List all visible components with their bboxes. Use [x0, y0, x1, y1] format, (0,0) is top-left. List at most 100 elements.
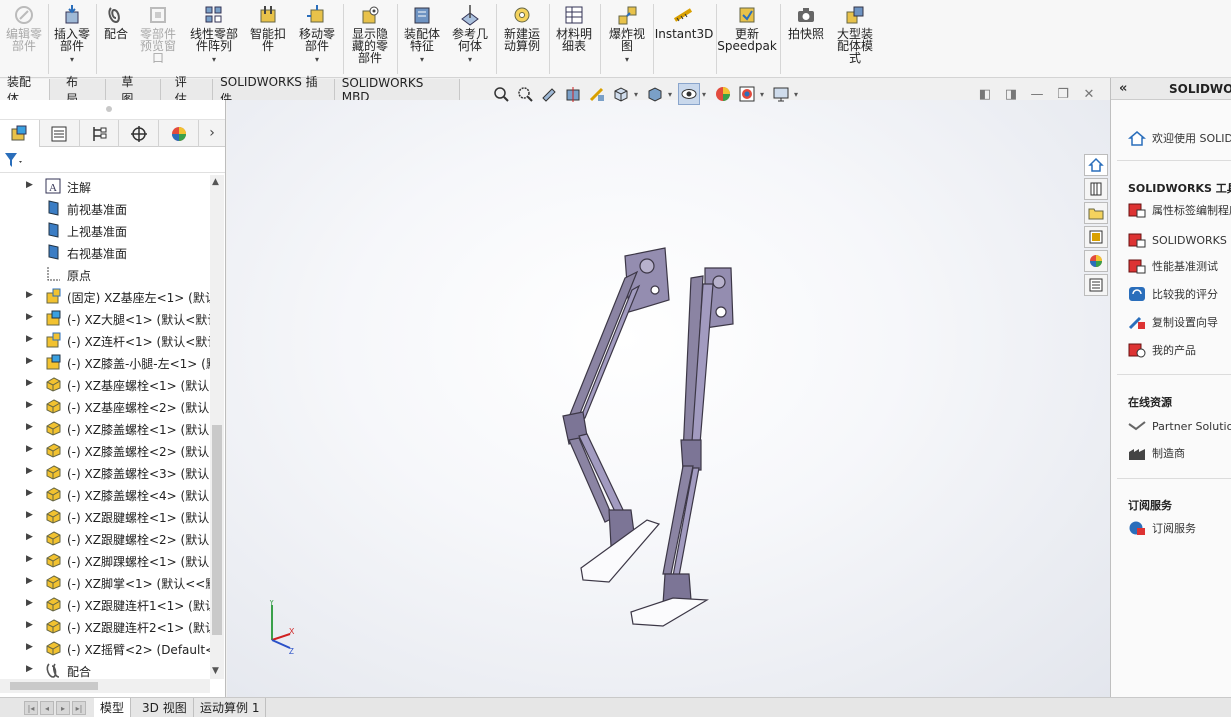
- more-tabs-chevron-icon[interactable]: ›: [199, 120, 225, 146]
- tree-horizontal-scrollbar[interactable]: [0, 679, 210, 693]
- show-hidden-button[interactable]: 显示隐 藏的零 部件: [346, 4, 394, 76]
- tab-assembly[interactable]: 装配体: [0, 75, 51, 106]
- scrollbar-thumb[interactable]: [212, 425, 222, 635]
- expand-arrow-icon[interactable]: ▶: [26, 378, 33, 388]
- tree-item[interactable]: ▶ (-) XZ大腿<1> (默认<默认: [0, 307, 210, 329]
- expand-arrow-icon[interactable]: ▶: [26, 422, 33, 432]
- tree-item[interactable]: 原点: [0, 263, 210, 285]
- expand-arrow-icon[interactable]: ▶: [26, 180, 33, 190]
- apply-scene-dropdown-icon[interactable]: ▾: [760, 90, 768, 99]
- move-component-button[interactable]: 移动零 部件 ▾: [294, 4, 340, 76]
- view-settings-dropdown-icon[interactable]: ▾: [794, 90, 802, 99]
- tree-item[interactable]: ▶ (-) XZ脚踝螺栓<1> (默认<: [0, 549, 210, 571]
- panel-grip-icon[interactable]: [106, 106, 112, 112]
- tree-item[interactable]: ▶ (-) XZ膝盖螺栓<3> (默认<: [0, 461, 210, 483]
- tree-item[interactable]: 前视基准面: [0, 197, 210, 219]
- new-motion-study-button[interactable]: 新建运 动算例: [500, 4, 544, 76]
- previous-view-icon[interactable]: [538, 83, 560, 105]
- collapse-chevron-icon[interactable]: «: [1119, 81, 1127, 96]
- insert-part-dropdown[interactable]: ▾: [70, 54, 74, 66]
- expand-arrow-icon[interactable]: ▶: [26, 620, 33, 630]
- exploded-view-button[interactable]: 爆炸视 图 ▾: [604, 4, 650, 76]
- tool-item[interactable]: SOLIDWORKS R: [1127, 230, 1231, 250]
- feature-tree-tab[interactable]: [0, 120, 40, 147]
- view-settings-icon[interactable]: [770, 83, 792, 105]
- update-speedpak-button[interactable]: 更新 Speedpak: [717, 4, 777, 76]
- online-item[interactable]: Partner Solution: [1127, 416, 1231, 436]
- mate-button[interactable]: 配合: [100, 4, 132, 76]
- tree-item[interactable]: ▶ (-) XZ膝盖螺栓<2> (默认<: [0, 439, 210, 461]
- smart-fastener-button[interactable]: 智能扣 件: [246, 4, 290, 76]
- expand-arrow-icon[interactable]: ▶: [26, 312, 33, 322]
- instant3d-button[interactable]: Instant3D: [655, 4, 713, 76]
- tab-evaluate[interactable]: 评估: [160, 75, 214, 106]
- expand-arrow-icon[interactable]: ▶: [26, 510, 33, 520]
- tree-item[interactable]: ▶ (-) XZ跟腱螺栓<1> (默认<: [0, 505, 210, 527]
- next-tab-icon[interactable]: ▸: [56, 701, 70, 715]
- expand-arrow-icon[interactable]: ▶: [26, 400, 33, 410]
- configuration-manager-tab[interactable]: [80, 120, 120, 147]
- tree-item[interactable]: ▶ (-) XZ摇臂<2> (Default<: [0, 637, 210, 659]
- tree-item[interactable]: ▶ (固定) XZ基座左<1> (默认: [0, 285, 210, 307]
- assembly-feature-button[interactable]: 装配体 特征 ▾: [400, 4, 444, 76]
- file-explorer-tab-icon[interactable]: [1084, 202, 1108, 224]
- custom-properties-tab-icon[interactable]: [1084, 274, 1108, 296]
- close-icon[interactable]: ✕: [1076, 87, 1102, 102]
- expand-arrow-icon[interactable]: ▶: [26, 554, 33, 564]
- expand-arrow-icon[interactable]: ▶: [26, 642, 33, 652]
- edit-part-button[interactable]: 编辑零 部件: [2, 4, 46, 76]
- appearances-tab-icon[interactable]: [1084, 250, 1108, 272]
- tree-item[interactable]: ▶ (-) XZ膝盖-小腿-左<1> (默: [0, 351, 210, 373]
- dimxpert-manager-tab[interactable]: [119, 120, 160, 147]
- next-viewport-icon[interactable]: ◨: [998, 87, 1024, 102]
- tool-item[interactable]: 比较我的评分: [1127, 284, 1218, 304]
- tree-vertical-scrollbar[interactable]: ▲ ▼: [210, 175, 224, 679]
- tool-item[interactable]: 我的产品: [1127, 340, 1196, 360]
- assembly-feature-dropdown[interactable]: ▾: [420, 54, 424, 66]
- apply-scene-icon[interactable]: [736, 83, 758, 105]
- move-component-dropdown[interactable]: ▾: [315, 54, 319, 66]
- expand-arrow-icon[interactable]: ▶: [26, 444, 33, 454]
- tab-solidworks-addins[interactable]: SOLIDWORKS 插件: [213, 75, 335, 106]
- zoom-to-fit-icon[interactable]: [490, 83, 512, 105]
- prev-tab-icon[interactable]: ◂: [40, 701, 54, 715]
- tree-item[interactable]: ▶ (-) XZ基座螺栓<1> (默认<: [0, 373, 210, 395]
- tab-sketch[interactable]: 草图: [106, 75, 161, 106]
- tree-item[interactable]: 上视基准面: [0, 219, 210, 241]
- tree-item[interactable]: ▶ 配合: [0, 659, 210, 679]
- zoom-to-area-icon[interactable]: [514, 83, 536, 105]
- expand-arrow-icon[interactable]: ▶: [26, 356, 33, 366]
- tree-item[interactable]: 右视基准面: [0, 241, 210, 263]
- expand-arrow-icon[interactable]: ▶: [26, 598, 33, 608]
- reference-geometry-button[interactable]: 参考几 何体 ▾: [448, 4, 492, 76]
- restore-icon[interactable]: ❐: [1050, 87, 1076, 102]
- property-manager-tab[interactable]: [40, 120, 80, 147]
- linear-pattern-dropdown[interactable]: ▾: [212, 54, 216, 66]
- tree-item[interactable]: ▶ (-) XZ跟腱连杆2<1> (默认: [0, 615, 210, 637]
- section-view-icon[interactable]: [562, 83, 584, 105]
- previous-viewport-icon[interactable]: ◧: [972, 87, 998, 102]
- home-tab-icon[interactable]: [1084, 154, 1108, 176]
- tab-model[interactable]: 模型: [94, 698, 132, 717]
- tab-layout[interactable]: 布局: [50, 75, 107, 106]
- tab-motion-study[interactable]: 运动算例 1: [194, 698, 267, 717]
- scroll-up-icon[interactable]: ▲: [212, 177, 219, 187]
- tree-item[interactable]: ▶ (-) XZ膝盖螺栓<1> (默认<: [0, 417, 210, 439]
- expand-arrow-icon[interactable]: ▶: [26, 334, 33, 344]
- welcome-link[interactable]: 欢迎使用 SOLID: [1127, 128, 1231, 148]
- expand-arrow-icon[interactable]: ▶: [26, 664, 33, 674]
- display-manager-tab[interactable]: [159, 120, 200, 147]
- reference-geometry-dropdown[interactable]: ▾: [468, 54, 472, 66]
- expand-arrow-icon[interactable]: ▶: [26, 290, 33, 300]
- scrollbar-thumb[interactable]: [10, 682, 98, 690]
- tree-item[interactable]: ▶ (-) XZ连杆<1> (默认<默认: [0, 329, 210, 351]
- minimize-icon[interactable]: —: [1024, 87, 1050, 102]
- tree-item[interactable]: ▶ (-) XZ脚掌<1> (默认<<默: [0, 571, 210, 593]
- hide-show-items-icon[interactable]: [678, 83, 700, 105]
- display-style-dropdown-icon[interactable]: ▾: [668, 90, 676, 99]
- design-library-tab-icon[interactable]: [1084, 178, 1108, 200]
- tree-item[interactable]: ▶ (-) XZ基座螺栓<2> (默认<: [0, 395, 210, 417]
- linear-pattern-button[interactable]: 线性零部 件阵列 ▾: [184, 4, 244, 76]
- view-orientation-icon[interactable]: [610, 83, 632, 105]
- expand-arrow-icon[interactable]: ▶: [26, 488, 33, 498]
